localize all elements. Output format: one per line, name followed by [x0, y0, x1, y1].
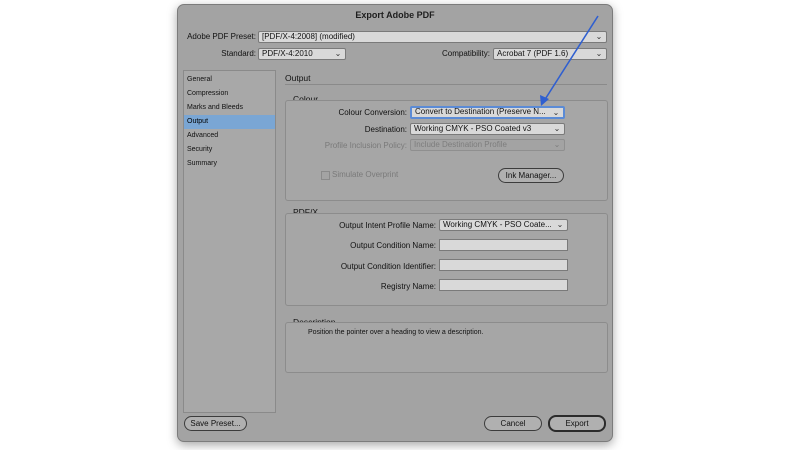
annotation-arrow-icon [540, 15, 599, 106]
